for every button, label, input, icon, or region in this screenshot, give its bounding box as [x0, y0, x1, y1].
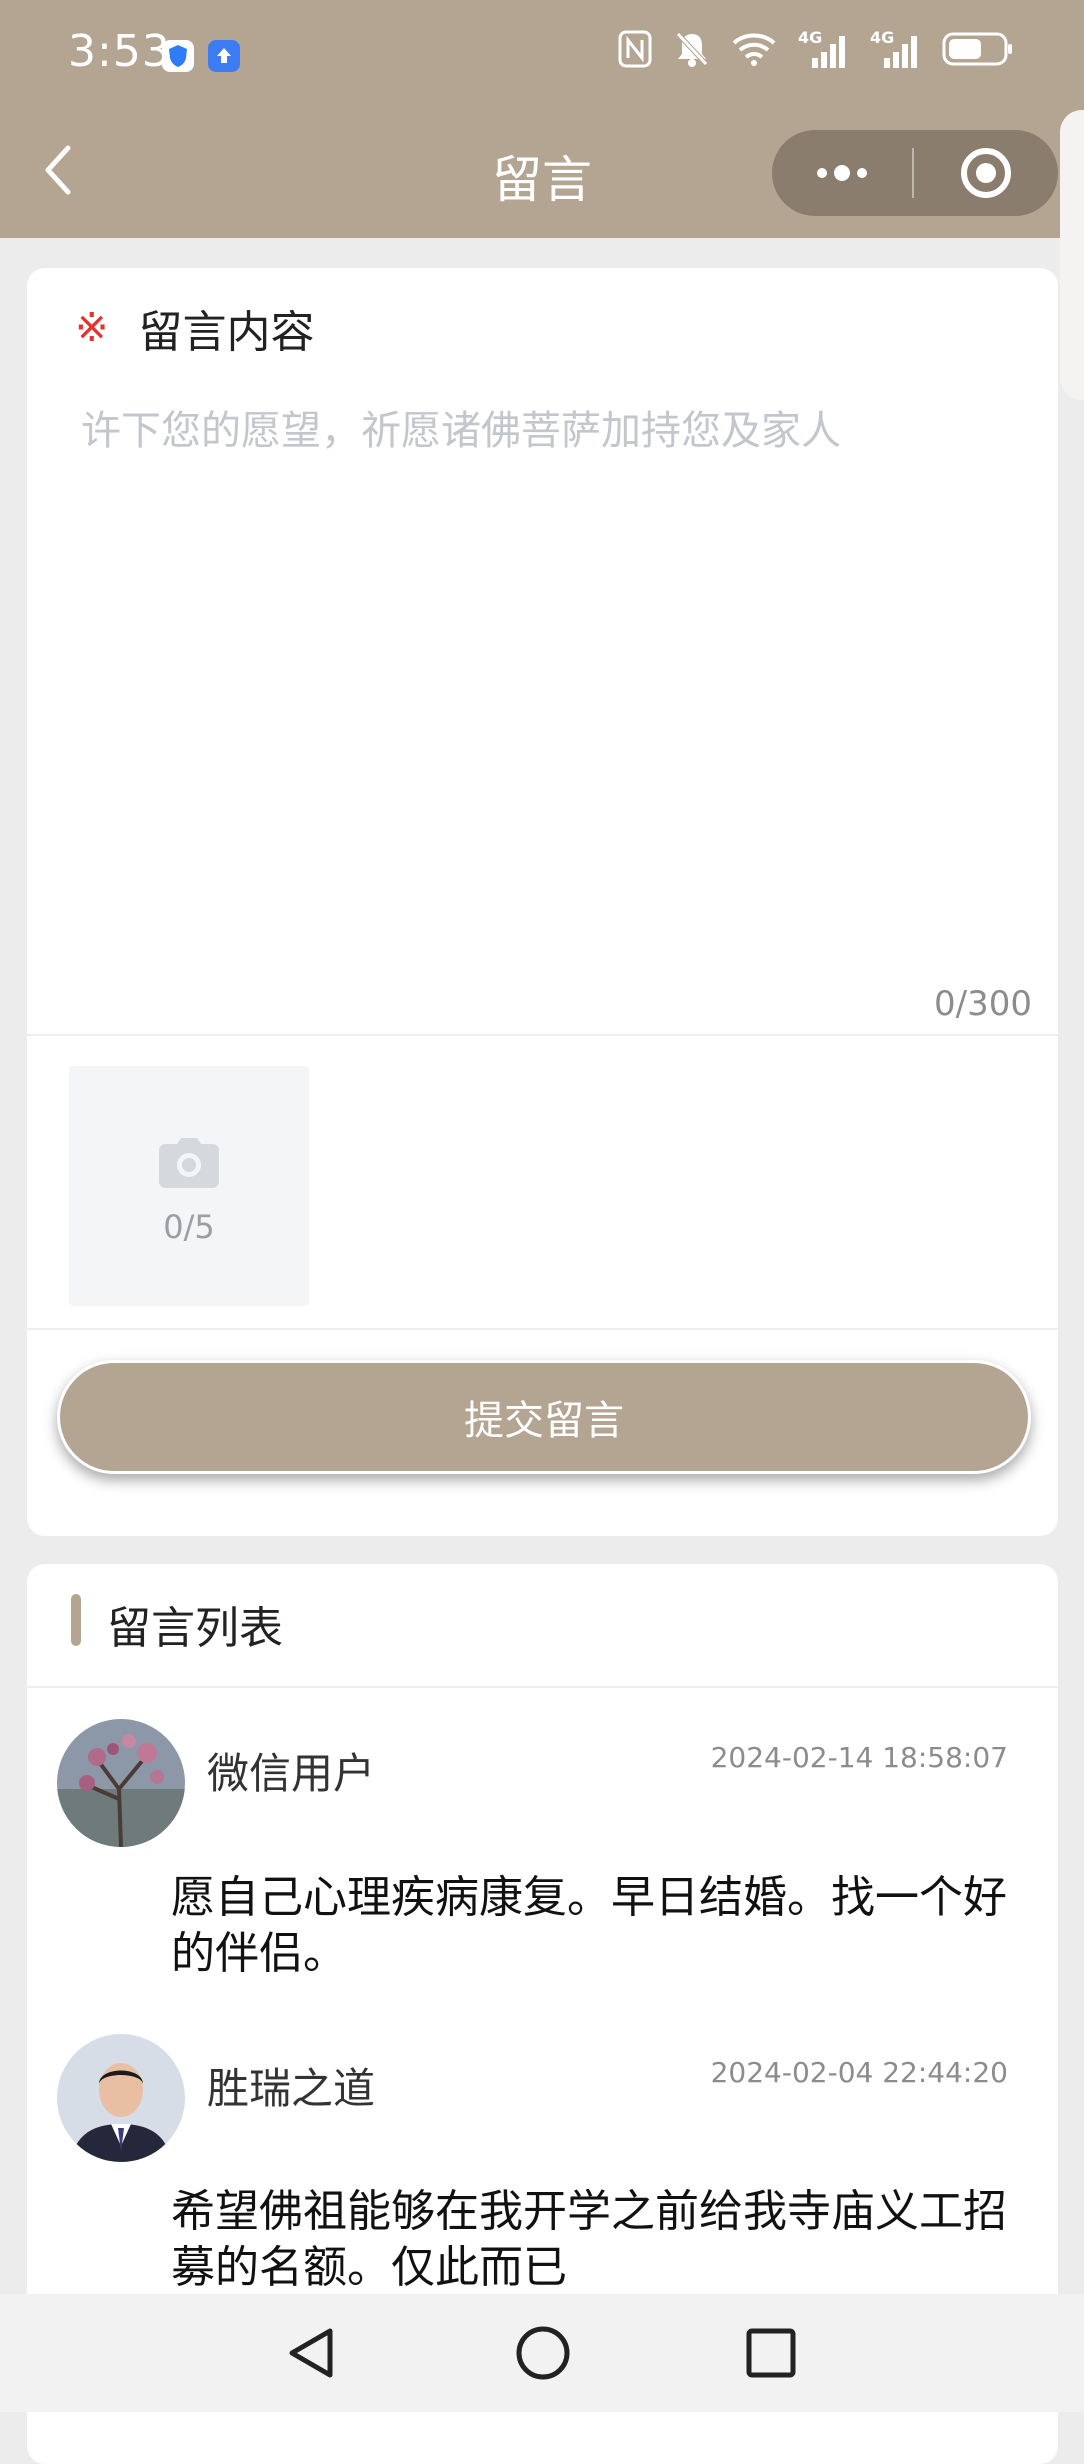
- required-mark: ※: [75, 305, 109, 351]
- upload-app-icon: [208, 40, 240, 72]
- battery-icon: [942, 30, 1014, 72]
- android-navigation-bar: [0, 2294, 1084, 2412]
- form-label-row: ※ 留言内容: [75, 296, 315, 360]
- signal-4g-icon: 4G: [798, 28, 848, 70]
- message-content: 希望佛祖能够在我开学之前给我寺庙义工招募的名额。仅此而已: [171, 2186, 1007, 2293]
- avatar[interactable]: [57, 2034, 185, 2162]
- message-author: 微信用户: [207, 1749, 376, 1798]
- recents-square-icon[interactable]: [736, 2318, 806, 2388]
- message-author: 胜瑞之道: [207, 2064, 376, 2113]
- upload-count: 0/5: [163, 1208, 215, 1246]
- image-upload-button[interactable]: 0/5: [69, 1066, 309, 1306]
- status-time: 3:53: [68, 26, 171, 77]
- back-triangle-icon[interactable]: [276, 2318, 346, 2388]
- list-title: 留言列表: [107, 1603, 283, 1654]
- avatar[interactable]: [57, 1719, 185, 1847]
- char-counter: 0/300: [934, 984, 1032, 1024]
- status-icons: 4G 4G: [618, 28, 1014, 72]
- divider: [27, 1328, 1058, 1330]
- more-dots-icon[interactable]: [772, 130, 912, 216]
- message-time: 2024-02-04 22:44:20: [710, 2056, 1008, 2089]
- miniprogram-capsule: [772, 130, 1058, 216]
- message-time: 2024-02-14 18:58:07: [710, 1741, 1008, 1774]
- wifi-icon: [732, 31, 776, 71]
- message-content: 愿自己心理疾病康复。早日结婚。找一个好的伴侣。: [171, 1872, 1007, 1979]
- side-drawer-handle[interactable]: [1060, 110, 1084, 400]
- header-bar: 3:53 4G 4G 留言: [0, 0, 1084, 238]
- camera-icon: [159, 1138, 219, 1192]
- mute-icon: [674, 30, 710, 72]
- divider: [27, 1034, 1058, 1036]
- form-label: 留言内容: [138, 307, 315, 358]
- nfc-icon: [618, 30, 652, 72]
- submit-button[interactable]: 提交留言: [57, 1360, 1031, 1474]
- shield-app-icon: [162, 40, 194, 72]
- divider: [27, 1686, 1058, 1688]
- message-form-card: ※ 留言内容 0/300 0/5 提交留言: [27, 268, 1058, 1536]
- signal-4g-icon: 4G: [870, 28, 920, 70]
- list-header: 留言列表: [27, 1564, 1058, 1686]
- list-accent-bar: [71, 1594, 81, 1646]
- home-circle-icon[interactable]: [508, 2318, 578, 2388]
- target-close-icon[interactable]: [914, 130, 1058, 216]
